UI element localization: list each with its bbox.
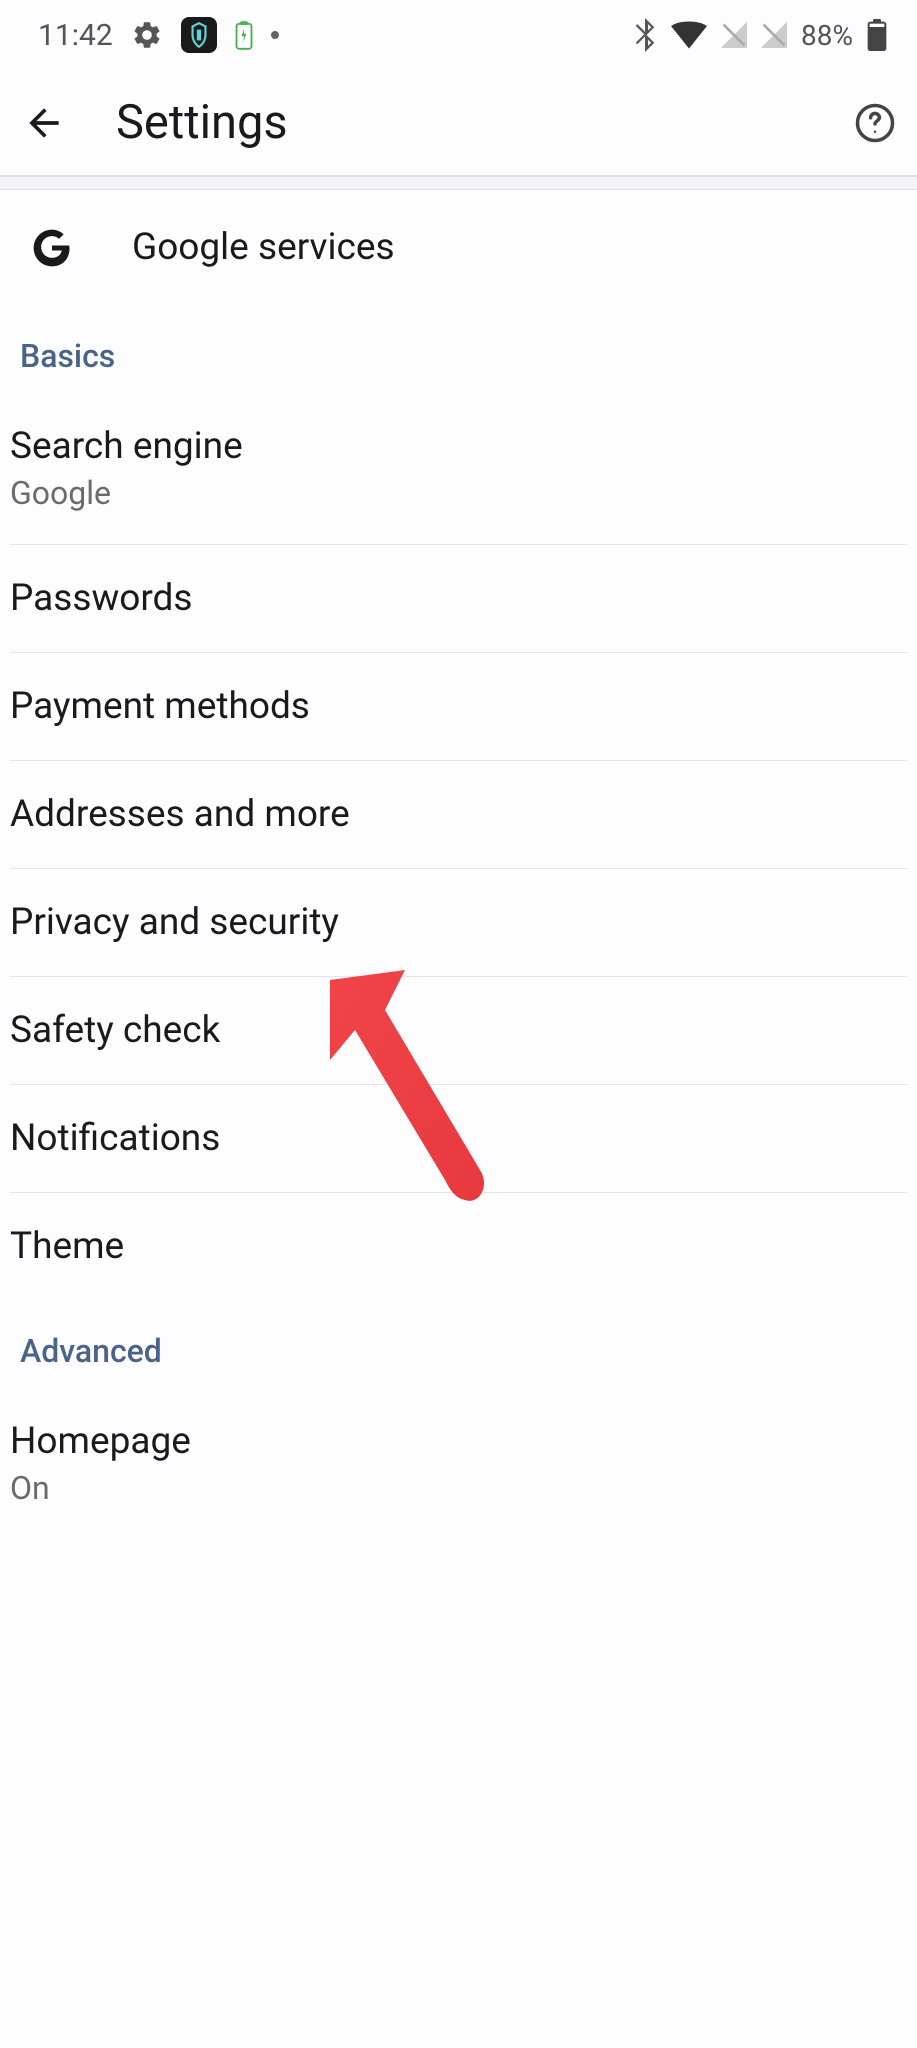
section-advanced: Advanced Homepage On xyxy=(0,1300,917,1539)
google-icon xyxy=(32,228,72,268)
settings-item-title: Safety check xyxy=(10,1009,220,1052)
settings-item-addresses[interactable]: Addresses and more xyxy=(10,761,907,869)
app-icon xyxy=(181,17,217,53)
battery-icon xyxy=(867,19,887,51)
section-header-advanced: Advanced xyxy=(10,1300,907,1388)
settings-item-notifications[interactable]: Notifications xyxy=(10,1085,907,1193)
gear-icon xyxy=(131,19,163,51)
signal-icon-1 xyxy=(721,22,747,48)
settings-item-google-services[interactable]: Google services xyxy=(0,190,917,305)
section-basics: Basics Search engine Google Passwords Pa… xyxy=(0,305,917,1300)
bluetooth-icon xyxy=(633,18,657,52)
settings-item-privacy-security[interactable]: Privacy and security xyxy=(10,869,907,977)
settings-item-theme[interactable]: Theme xyxy=(10,1193,907,1300)
section-header-basics: Basics xyxy=(10,305,907,393)
wifi-icon xyxy=(671,21,707,49)
status-time: 11:42 xyxy=(38,18,113,53)
settings-item-title: Privacy and security xyxy=(10,901,339,944)
battery-charge-icon xyxy=(235,20,253,50)
settings-item-safety-check[interactable]: Safety check xyxy=(10,977,907,1085)
dot-icon xyxy=(271,31,279,39)
settings-item-title: Theme xyxy=(10,1225,124,1268)
settings-item-passwords[interactable]: Passwords xyxy=(10,545,907,653)
battery-percent: 88% xyxy=(801,19,853,52)
back-button[interactable] xyxy=(20,99,68,147)
settings-item-payment-methods[interactable]: Payment methods xyxy=(10,653,907,761)
section-gap xyxy=(0,176,917,190)
settings-item-title: Addresses and more xyxy=(10,793,350,836)
settings-item-title: Search engine xyxy=(10,425,907,468)
settings-item-subtitle: Google xyxy=(10,474,907,512)
settings-item-subtitle: On xyxy=(10,1469,907,1507)
status-bar-right: 88% xyxy=(633,18,887,52)
settings-item-title: Passwords xyxy=(10,577,193,620)
page-title: Settings xyxy=(116,95,805,150)
settings-item-homepage[interactable]: Homepage On xyxy=(10,1388,907,1539)
status-bar: 11:42 xyxy=(0,0,917,70)
settings-item-label: Google services xyxy=(132,226,395,269)
header-bar: Settings xyxy=(0,70,917,175)
signal-icon-2 xyxy=(761,22,787,48)
settings-item-title: Notifications xyxy=(10,1117,220,1160)
settings-item-title: Payment methods xyxy=(10,685,310,728)
settings-item-search-engine[interactable]: Search engine Google xyxy=(10,393,907,545)
status-bar-left: 11:42 xyxy=(38,17,279,53)
help-button[interactable] xyxy=(853,101,897,145)
settings-item-title: Homepage xyxy=(10,1420,907,1463)
